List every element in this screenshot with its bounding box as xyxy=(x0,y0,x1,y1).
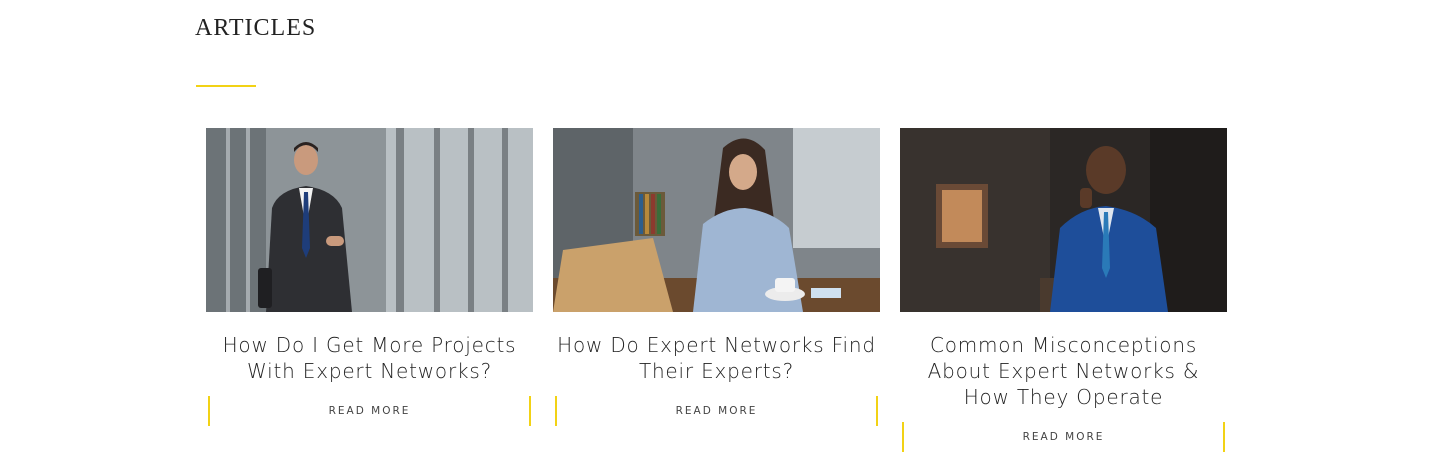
article-card: How Do Expert Networks Find Their Expert… xyxy=(553,128,880,426)
read-more-link[interactable]: READ MORE xyxy=(208,396,531,426)
article-title[interactable]: How Do I Get More Projects With Expert N… xyxy=(206,332,533,384)
article-image[interactable] xyxy=(206,128,533,312)
article-title[interactable]: How Do Expert Networks Find Their Expert… xyxy=(553,332,880,384)
read-more-link[interactable]: READ MORE xyxy=(902,422,1225,452)
article-card: Common Misconceptions About Expert Netwo… xyxy=(900,128,1227,452)
section-title: ARTICLES xyxy=(195,15,317,41)
article-image[interactable] xyxy=(900,128,1227,312)
title-underline xyxy=(196,85,256,87)
article-title[interactable]: Common Misconceptions About Expert Netwo… xyxy=(900,332,1227,410)
article-card: How Do I Get More Projects With Expert N… xyxy=(206,128,533,426)
article-image[interactable] xyxy=(553,128,880,312)
read-more-link[interactable]: READ MORE xyxy=(555,396,878,426)
articles-section: ARTICLES How Do I Get More Projects With… xyxy=(0,0,1435,471)
